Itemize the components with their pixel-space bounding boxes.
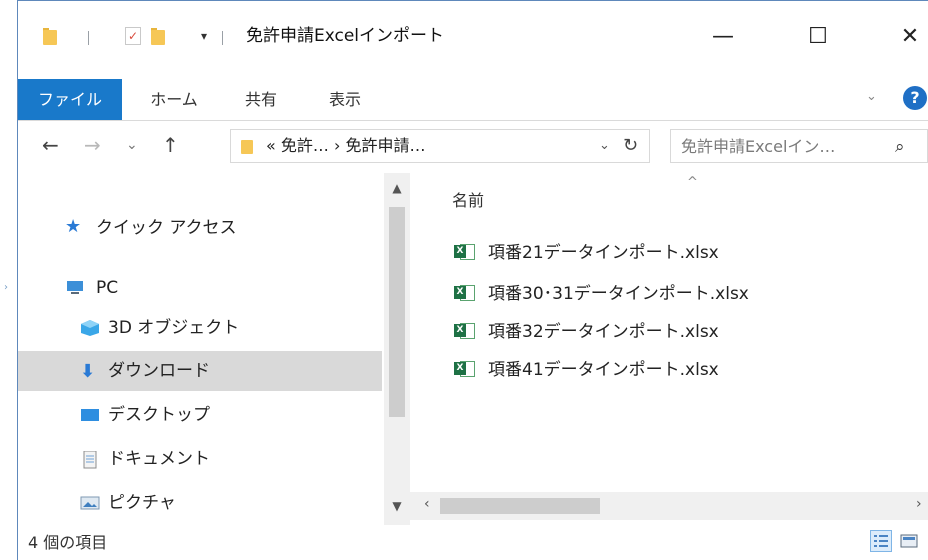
search-input[interactable]: 免許申請Excelイン…	[681, 136, 835, 158]
file-list: ^ 名前 X 項番21データインポート.xlsx X 項番30･31データインポ…	[410, 173, 928, 525]
nav-label: ドキュメント	[108, 449, 210, 469]
properties-icon[interactable]: ✓	[125, 27, 141, 45]
documents-icon	[80, 450, 100, 469]
scroll-thumb[interactable]	[389, 207, 405, 417]
excel-file-icon: X	[454, 243, 476, 261]
ribbon-tabs: ファイル ホーム 共有 表示 ⌄ ?	[18, 79, 928, 121]
maximize-button[interactable]: ☐	[798, 19, 838, 55]
excel-file-icon: X	[454, 284, 476, 302]
file-name: 項番32データインポート.xlsx	[488, 322, 719, 342]
nav-label: ダウンロード	[108, 361, 210, 381]
back-button[interactable]: ←	[42, 133, 59, 157]
file-row[interactable]: X 項番41データインポート.xlsx	[454, 356, 874, 384]
nav-label: デスクトップ	[108, 405, 210, 425]
item-count: 4 個の項目	[28, 533, 108, 552]
navigation-pane: ★ クイック アクセス PC 3D オブジェクト ⬇ ダウンロード デスクトップ…	[18, 173, 382, 525]
file-name: 項番41データインポート.xlsx	[488, 360, 719, 380]
nav-item-3d-objects[interactable]: 3D オブジェクト	[18, 308, 382, 348]
file-name: 項番21データインポート.xlsx	[488, 243, 719, 263]
title-separator	[222, 31, 223, 45]
address-dropdown-button[interactable]: ⌄	[599, 138, 610, 153]
nav-item-pictures[interactable]: ピクチャ	[18, 483, 382, 523]
minimize-button[interactable]: —	[703, 19, 743, 55]
close-button[interactable]: ✕	[890, 19, 928, 55]
details-view-icon[interactable]	[870, 530, 892, 552]
large-icons-view-icon[interactable]	[898, 530, 920, 552]
excel-file-icon: X	[454, 322, 476, 340]
pc-icon	[65, 280, 85, 296]
3d-objects-icon	[80, 320, 100, 336]
nav-item-quick-access[interactable]: ★ クイック アクセス	[18, 208, 382, 248]
folder-icon	[241, 139, 253, 154]
address-bar[interactable]: « 免許… › 免許申請… ⌄ ↻	[230, 129, 650, 163]
file-row[interactable]: X 項番21データインポート.xlsx	[454, 239, 874, 267]
nav-item-desktop[interactable]: デスクトップ	[18, 395, 382, 435]
address-path[interactable]: « 免許… › 免許申請…	[266, 134, 425, 158]
nav-label: PC	[96, 278, 119, 298]
up-button[interactable]: ↑	[162, 133, 179, 157]
address-row: ← → ⌄ ↑ « 免許… › 免許申請… ⌄ ↻ 免許申請Excelイン… ⌕	[18, 121, 928, 173]
h-scroll-thumb[interactable]	[440, 498, 600, 514]
content-h-scrollbar[interactable]: ‹ ›	[410, 492, 928, 520]
nav-item-documents[interactable]: ドキュメント	[18, 439, 382, 479]
status-bar: 4 個の項目	[18, 525, 928, 560]
file-row[interactable]: X 項番32データインポート.xlsx	[454, 318, 874, 346]
quick-access-dropdown[interactable]: ▾	[201, 29, 207, 43]
sort-ascending-icon: ^	[687, 175, 698, 190]
column-header-name[interactable]: 名前	[452, 190, 484, 212]
help-icon[interactable]: ?	[903, 86, 927, 110]
tab-share[interactable]: 共有	[226, 79, 296, 120]
new-folder-icon[interactable]	[151, 28, 165, 45]
search-box[interactable]: 免許申請Excelイン… ⌕	[670, 129, 928, 163]
nav-label: ピクチャ	[108, 493, 176, 513]
window-title: 免許申請Excelインポート	[246, 26, 445, 46]
edge-arrow-icon: ›	[4, 282, 8, 293]
tab-file[interactable]: ファイル	[18, 79, 122, 120]
tab-view[interactable]: 表示	[308, 79, 382, 120]
refresh-button[interactable]: ↻	[623, 132, 638, 160]
title-bar: ✓ ▾ 免許申請Excelインポート — ☐ ✕	[18, 1, 928, 79]
scroll-up-icon[interactable]: ▲	[384, 181, 410, 195]
folder-icon	[43, 28, 57, 45]
scroll-right-icon[interactable]: ›	[916, 496, 922, 512]
recent-locations-button[interactable]: ⌄	[126, 133, 138, 157]
ribbon-expand-button[interactable]: ⌄	[866, 89, 877, 104]
nav-item-downloads[interactable]: ⬇ ダウンロード	[18, 351, 382, 391]
tab-home[interactable]: ホーム	[134, 79, 214, 120]
nav-label: 3D オブジェクト	[108, 318, 240, 338]
star-icon: ★	[65, 216, 82, 237]
pictures-icon	[80, 495, 100, 511]
nav-label: クイック アクセス	[96, 218, 237, 238]
nav-item-pc[interactable]: PC	[18, 268, 382, 308]
scroll-down-icon[interactable]: ▼	[384, 499, 410, 513]
search-icon[interactable]: ⌕	[895, 136, 905, 158]
quick-access-separator	[88, 31, 89, 45]
forward-button[interactable]: →	[84, 133, 101, 157]
desktop-icon	[80, 407, 100, 423]
excel-file-icon: X	[454, 360, 476, 378]
scroll-left-icon[interactable]: ‹	[424, 496, 430, 512]
file-row[interactable]: X 項番30･31データインポート.xlsx	[454, 280, 874, 308]
navpane-scrollbar[interactable]: ▲ ▼	[384, 173, 410, 525]
download-icon: ⬇	[80, 361, 96, 382]
file-name: 項番30･31データインポート.xlsx	[488, 284, 749, 304]
